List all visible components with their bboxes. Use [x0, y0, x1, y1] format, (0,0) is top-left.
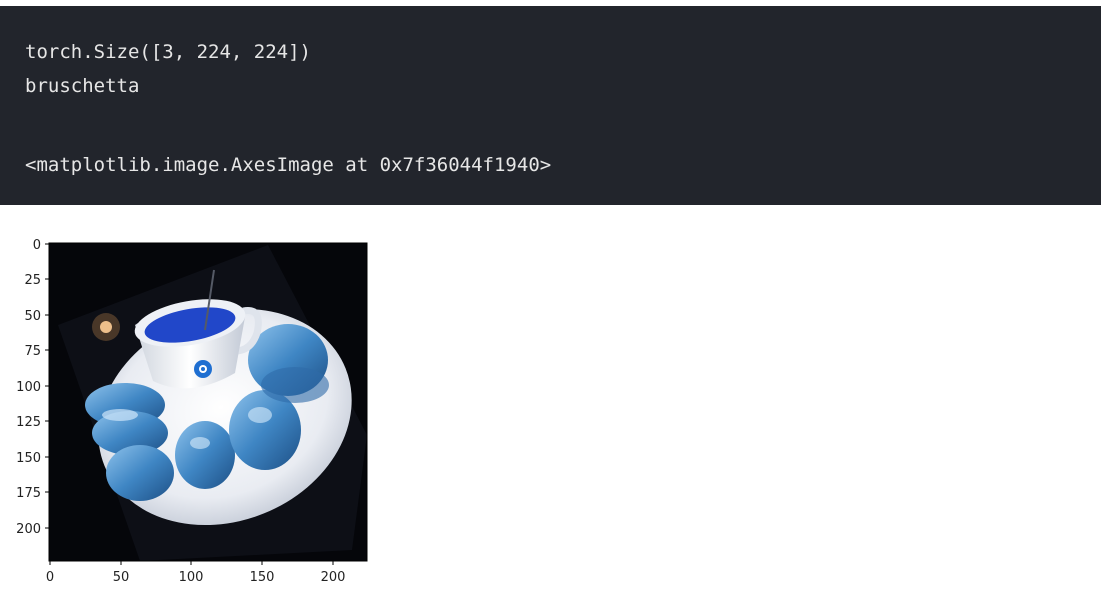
axes-image — [49, 243, 367, 561]
y-tick-label: 150 — [16, 451, 41, 466]
y-tick-label: 50 — [24, 309, 41, 324]
x-axis: 0 50 100 150 200 — [46, 561, 346, 585]
output-line-axesimage-repr: <matplotlib.image.AxesImage at 0x7f36044… — [25, 154, 552, 176]
x-tick-label: 100 — [179, 570, 204, 585]
y-tick-label: 25 — [24, 273, 41, 288]
x-tick-label: 50 — [113, 570, 130, 585]
output-line-class-label: bruschetta — [25, 75, 140, 97]
y-tick-label: 0 — [33, 238, 41, 253]
matplotlib-figure: 0 25 50 75 100 125 150 175 200 0 50 100 — [0, 205, 400, 595]
y-tick-label: 175 — [16, 486, 41, 501]
y-tick-label: 200 — [16, 522, 41, 537]
x-tick-label: 200 — [321, 570, 346, 585]
y-tick-label: 100 — [16, 380, 41, 395]
y-axis: 0 25 50 75 100 125 150 175 200 — [16, 238, 49, 537]
x-tick-label: 0 — [46, 570, 54, 585]
x-tick-label: 150 — [250, 570, 275, 585]
figure-svg: 0 25 50 75 100 125 150 175 200 0 50 100 — [16, 238, 368, 585]
cell-output-block: torch.Size([3, 224, 224]) bruschetta <ma… — [0, 6, 1101, 205]
notebook-output-page: torch.Size([3, 224, 224]) bruschetta <ma… — [0, 0, 1101, 595]
output-line-tensor-size: torch.Size([3, 224, 224]) — [25, 41, 311, 63]
y-tick-label: 125 — [16, 415, 41, 430]
y-tick-label: 75 — [24, 344, 41, 359]
